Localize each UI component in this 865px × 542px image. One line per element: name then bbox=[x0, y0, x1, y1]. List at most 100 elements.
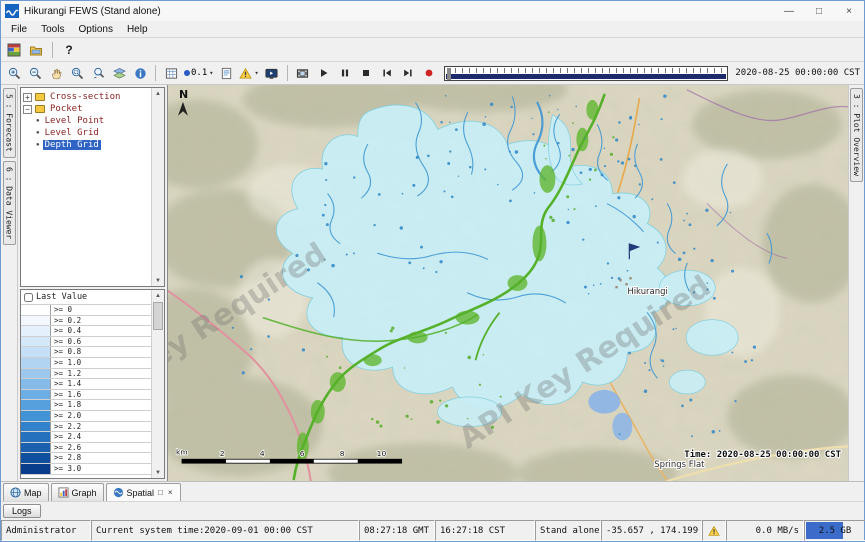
step-forward-button[interactable] bbox=[398, 64, 418, 83]
warning-icon bbox=[708, 525, 720, 537]
legend-row[interactable]: >= 0 bbox=[21, 305, 151, 316]
legend-row[interactable]: >= 1.2 bbox=[21, 369, 151, 380]
legend-row[interactable]: >= 2.4 bbox=[21, 432, 151, 443]
tab-plot-overview[interactable]: 3 : Plot Overview bbox=[850, 88, 863, 182]
legend-swatch bbox=[21, 337, 51, 347]
folder-icon bbox=[35, 93, 45, 101]
legend-scrollbar[interactable]: ▲ ▼ bbox=[151, 290, 164, 478]
zoom-out-icon[interactable] bbox=[25, 64, 45, 83]
chevron-down-icon: ▾ bbox=[209, 69, 213, 77]
status-local-time: 16:27:18 CST bbox=[435, 520, 535, 541]
layer-bullet-icon: ● bbox=[36, 118, 40, 124]
legend-row[interactable]: >= 3.0 bbox=[21, 464, 151, 475]
info-icon[interactable] bbox=[130, 64, 150, 83]
tree-item-depth-grid[interactable]: ● Depth Grid bbox=[23, 139, 150, 151]
record-button[interactable] bbox=[419, 64, 439, 83]
last-value-checkbox[interactable] bbox=[24, 293, 33, 302]
legend-label: >= 2.0 bbox=[51, 411, 81, 421]
chevron-down-icon: ▾ bbox=[254, 69, 258, 77]
pause-button[interactable] bbox=[335, 64, 355, 83]
legend-row[interactable]: >= 2.8 bbox=[21, 453, 151, 464]
chart-icon bbox=[58, 487, 69, 498]
toolbar-separator bbox=[287, 65, 288, 81]
legend-swatch bbox=[21, 326, 51, 336]
scroll-down-icon[interactable]: ▼ bbox=[155, 467, 161, 478]
step-back-button[interactable] bbox=[377, 64, 397, 83]
zoom-extent-icon[interactable] bbox=[67, 64, 87, 83]
app-icon bbox=[5, 4, 19, 18]
menu-options[interactable]: Options bbox=[71, 23, 119, 36]
scrollbar-thumb[interactable] bbox=[153, 302, 163, 330]
scroll-up-icon[interactable]: ▲ bbox=[155, 290, 161, 301]
help-icon[interactable]: ? bbox=[59, 40, 79, 59]
legend-row[interactable]: >= 0.6 bbox=[21, 337, 151, 348]
grid-display-icon[interactable] bbox=[161, 64, 181, 83]
float-tab-icon[interactable]: □ bbox=[157, 488, 164, 497]
animation-display-icon[interactable] bbox=[262, 64, 282, 83]
tab-graph[interactable]: Graph bbox=[51, 483, 104, 501]
tab-data-viewer[interactable]: 6 : Data Viewer bbox=[3, 161, 16, 245]
tab-spatial[interactable]: Spatial □ × bbox=[106, 483, 181, 501]
tab-forecast[interactable]: 5 : Forecast bbox=[3, 88, 16, 158]
legend-list: >= 0 >= 0.2 >= 0.4 bbox=[21, 305, 151, 478]
legend-label: >= 2.2 bbox=[51, 422, 81, 432]
explorer-icon[interactable] bbox=[26, 40, 46, 59]
close-button[interactable]: × bbox=[834, 1, 864, 21]
close-tab-icon[interactable]: × bbox=[167, 488, 174, 497]
legend-swatch bbox=[21, 411, 51, 421]
timeline-slider[interactable] bbox=[444, 66, 729, 81]
layer-bullet-icon: ● bbox=[36, 130, 40, 136]
tab-map[interactable]: Map bbox=[3, 483, 49, 501]
legend-row[interactable]: >= 2.6 bbox=[21, 443, 151, 454]
status-coordinates: -35.657 , 174.199 bbox=[601, 520, 702, 541]
profile-icon[interactable] bbox=[216, 64, 236, 83]
legend-row[interactable]: >= 2.2 bbox=[21, 422, 151, 433]
status-warning[interactable] bbox=[702, 520, 726, 541]
menu-file[interactable]: File bbox=[4, 23, 34, 36]
collapse-icon[interactable]: − bbox=[23, 105, 32, 114]
legend-row[interactable]: >= 1.8 bbox=[21, 400, 151, 411]
window-title: Hikurangi FEWS (Stand alone) bbox=[24, 6, 161, 17]
tree-scrollbar[interactable]: ▲ ▼ bbox=[151, 88, 164, 286]
tree-item-pocket[interactable]: − Pocket bbox=[23, 103, 150, 115]
menubar: File Tools Options Help bbox=[1, 21, 864, 38]
legend-row[interactable]: >= 0.8 bbox=[21, 347, 151, 358]
expand-icon[interactable]: + bbox=[23, 93, 32, 102]
tree-item-level-grid[interactable]: ● Level Grid bbox=[23, 127, 150, 139]
map-toolbar: 0.1 ▾ ▾ bbox=[1, 62, 864, 85]
minimize-button[interactable]: — bbox=[774, 1, 804, 21]
map-viewport[interactable]: Hikurangi Springs Flat API Key Required … bbox=[167, 85, 848, 481]
pan-icon[interactable] bbox=[46, 64, 66, 83]
zoom-in-icon[interactable] bbox=[4, 64, 24, 83]
svg-text:4: 4 bbox=[260, 449, 265, 458]
legend-row[interactable]: >= 1.6 bbox=[21, 390, 151, 401]
legend-label: >= 0.6 bbox=[51, 337, 81, 347]
stop-button[interactable] bbox=[356, 64, 376, 83]
legend-row[interactable]: >= 1.0 bbox=[21, 358, 151, 369]
tree-item-level-point[interactable]: ● Level Point bbox=[23, 115, 150, 127]
maximize-button[interactable]: □ bbox=[804, 1, 834, 21]
layers-icon[interactable] bbox=[109, 64, 129, 83]
grid-size-dropdown[interactable]: 0.1 ▾ bbox=[182, 64, 215, 83]
menu-help[interactable]: Help bbox=[120, 23, 155, 36]
status-mode: Stand alone bbox=[535, 520, 601, 541]
logs-button[interactable]: Logs bbox=[3, 504, 41, 518]
scroll-down-icon[interactable]: ▼ bbox=[155, 275, 161, 286]
legend-row[interactable]: >= 1.4 bbox=[21, 379, 151, 390]
scroll-up-icon[interactable]: ▲ bbox=[155, 88, 161, 99]
legend-swatch bbox=[21, 453, 51, 463]
previous-zoom-icon[interactable] bbox=[88, 64, 108, 83]
legend-row[interactable]: >= 2.0 bbox=[21, 411, 151, 422]
database-icon[interactable] bbox=[4, 40, 24, 59]
film-icon[interactable] bbox=[293, 64, 313, 83]
menu-tools[interactable]: Tools bbox=[34, 23, 71, 36]
toolbar-separator bbox=[52, 42, 53, 58]
status-user: Administrator bbox=[1, 520, 91, 541]
legend-swatch bbox=[21, 464, 51, 474]
play-button[interactable] bbox=[314, 64, 334, 83]
legend-row[interactable]: >= 0.4 bbox=[21, 326, 151, 337]
timeline-cursor[interactable] bbox=[447, 68, 451, 80]
legend-row[interactable]: >= 0.2 bbox=[21, 316, 151, 327]
warnings-dropdown[interactable]: ▾ bbox=[237, 64, 260, 83]
tree-item-cross-section[interactable]: + Cross-section bbox=[23, 91, 150, 103]
